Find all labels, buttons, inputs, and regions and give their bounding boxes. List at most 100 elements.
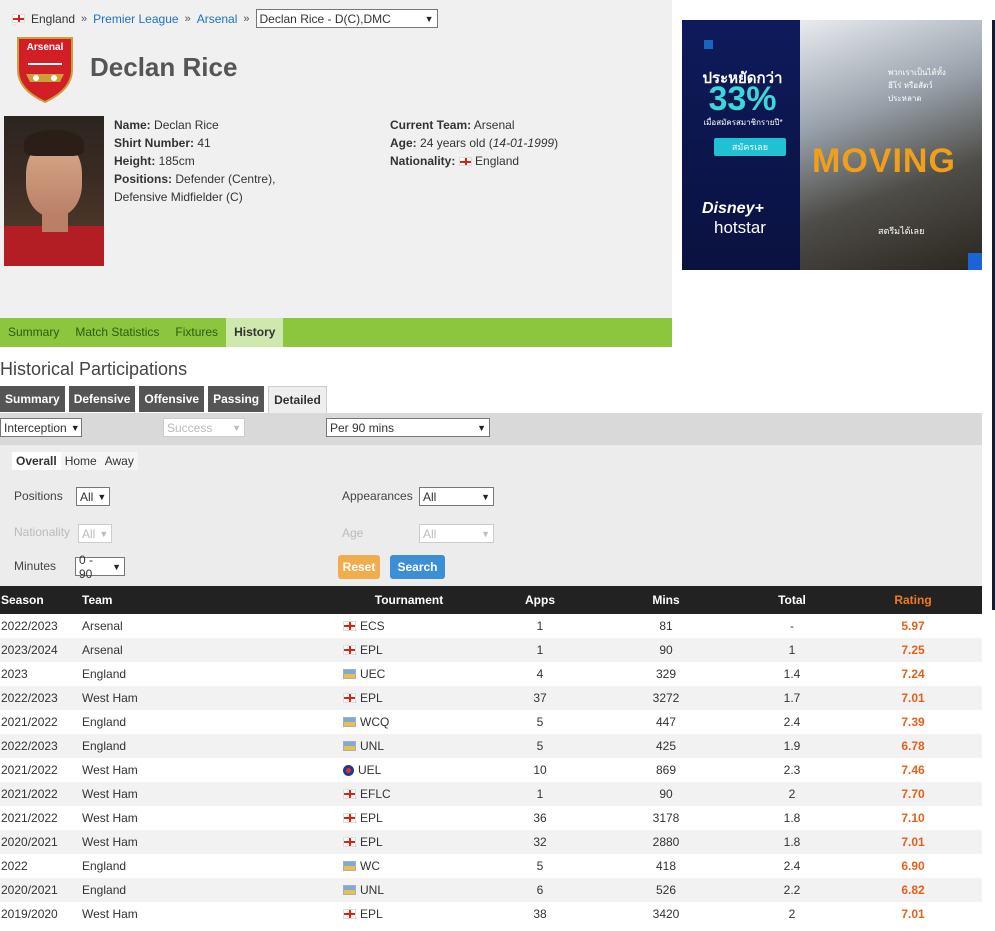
total-cell: 2 [740, 902, 844, 926]
season-cell: 2022/2023 [0, 614, 82, 638]
minutes-select[interactable]: 0 - 90 ▼ [75, 553, 125, 581]
column-header-season[interactable]: Season [0, 586, 82, 614]
table-row: 2021/2022 West Ham UEL 10 869 2.3 7.46 [0, 758, 982, 782]
team-link[interactable]: England [82, 878, 330, 902]
column-header-tournament[interactable]: Tournament [330, 586, 488, 614]
column-header-team[interactable]: Team [82, 586, 330, 614]
total-cell: 1 [740, 638, 844, 662]
page: England » Premier League » Arsenal » Dec… [0, 0, 995, 931]
england-flag-icon [458, 157, 472, 167]
tournament-link[interactable]: WC [360, 859, 380, 873]
nav-history[interactable]: History [226, 318, 284, 347]
positions-label: Positions: [114, 172, 173, 186]
fifa-icon [343, 717, 356, 727]
breadcrumb: England » Premier League » Arsenal » Dec… [12, 9, 438, 28]
section-title: Historical Participations [0, 359, 188, 379]
tab-defensive[interactable]: Defensive [68, 386, 136, 412]
team-link[interactable]: Arsenal [82, 638, 330, 662]
tournament-link[interactable]: UEL [358, 763, 381, 777]
tournament-link[interactable]: UNL [360, 739, 384, 753]
ad-show-title: MOVING [812, 142, 956, 180]
tab-offensive[interactable]: Offensive [139, 386, 205, 412]
tournament-wrap: ECS [330, 619, 488, 633]
tournament-link[interactable]: EPL [360, 835, 383, 849]
appearances-select[interactable]: All ▼ [419, 487, 494, 506]
ad-cta-button[interactable]: สมัครเลย [714, 138, 786, 156]
team-link[interactable]: England [82, 734, 330, 758]
team-link[interactable]: West Ham [82, 758, 330, 782]
rating-cell: 7.01 [844, 830, 982, 854]
tournament-cell: UNL [330, 878, 488, 902]
name-value: Declan Rice [154, 118, 219, 132]
rating-cell: 7.10 [844, 806, 982, 830]
team-link[interactable]: West Ham [82, 782, 330, 806]
team-link[interactable]: West Ham [82, 902, 330, 926]
tournament-link[interactable]: UEC [360, 667, 385, 681]
venue-overall[interactable]: Overall [12, 452, 61, 470]
mins-cell: 418 [592, 854, 740, 878]
team-link[interactable]: England [82, 710, 330, 734]
nav-fixtures[interactable]: Fixtures [167, 318, 226, 347]
team-link[interactable]: West Ham [82, 806, 330, 830]
team-link[interactable]: Arsenal [82, 614, 330, 638]
reset-button[interactable]: Reset [338, 555, 380, 579]
total-cell: - [740, 614, 844, 638]
tournament-link[interactable]: EPL [360, 811, 383, 825]
team-link[interactable]: England [82, 854, 330, 878]
breadcrumb-league-link[interactable]: Premier League [93, 12, 178, 26]
tab-passing[interactable]: Passing [208, 386, 265, 412]
season-cell: 2020/2021 [0, 830, 82, 854]
tournament-link[interactable]: ECS [360, 619, 385, 633]
venue-away[interactable]: Away [100, 452, 138, 470]
history-tabs: Summary Defensive Offensive Passing Deta… [0, 386, 327, 413]
table-row: 2023/2024 Arsenal EPL 1 90 1 7.25 [0, 638, 982, 662]
search-button[interactable]: Search [390, 555, 445, 579]
positions-select[interactable]: All ▼ [76, 487, 110, 506]
tournament-link[interactable]: EFLC [360, 787, 391, 801]
height-value: 185cm [158, 154, 195, 168]
history-table: Season Team Tournament Apps Mins Total R… [0, 586, 982, 926]
accumulation-select[interactable]: Per 90 mins ▼ [326, 418, 490, 437]
ad-choices-icon[interactable] [968, 253, 982, 270]
table-row: 2022/2023 Arsenal ECS 1 81-5.97 [0, 614, 982, 638]
apps-cell: 10 [488, 758, 592, 782]
tournament-link[interactable]: EPL [360, 643, 383, 657]
nationality-select: All ▼ [78, 524, 112, 543]
table-row: 2023 England UEC 4 329 1.4 7.24 [0, 662, 982, 686]
team-link[interactable]: West Ham [82, 686, 330, 710]
tournament-link[interactable]: WCQ [360, 715, 389, 729]
chevron-down-icon: ▼ [97, 491, 107, 502]
accumulation-select-value: Per 90 mins [330, 420, 395, 435]
tournament-wrap: EFLC [330, 787, 488, 801]
column-header-mins[interactable]: Mins [592, 586, 740, 614]
venue-home[interactable]: Home [60, 452, 101, 470]
england-flag-icon [343, 789, 356, 799]
tab-summary[interactable]: Summary [0, 386, 65, 412]
tournament-link[interactable]: EPL [360, 907, 383, 921]
column-header-total[interactable]: Total [740, 586, 844, 614]
breadcrumb-team-link[interactable]: Arsenal [197, 12, 238, 26]
tab-detailed[interactable]: Detailed [268, 386, 327, 413]
chevron-down-icon: ▼ [481, 491, 490, 502]
age-label: Age: [390, 136, 417, 150]
season-cell: 2020/2021 [0, 878, 82, 902]
season-cell: 2021/2022 [0, 782, 82, 806]
category-select[interactable]: Interception ▼ [0, 418, 82, 437]
nav-summary[interactable]: Summary [0, 318, 67, 347]
tournament-link[interactable]: EPL [360, 691, 383, 705]
season-cell: 2022 [0, 854, 82, 878]
apps-cell: 36 [488, 806, 592, 830]
table-row: 2020/2021 West Ham EPL 32 2880 1.8 7.01 [0, 830, 982, 854]
season-cell: 2021/2022 [0, 806, 82, 830]
column-header-rating[interactable]: Rating [844, 586, 982, 614]
team-link[interactable]: England [82, 662, 330, 686]
nav-match-statistics[interactable]: Match Statistics [67, 318, 167, 347]
breadcrumb-separator-icon: » [184, 12, 191, 25]
season-cell: 2019/2020 [0, 902, 82, 926]
team-link[interactable]: West Ham [82, 830, 330, 854]
player-select[interactable]: Declan Rice - D(C),DMC ▼ [255, 9, 438, 28]
advertisement-banner[interactable]: ประหยัดกว่า 33% เมื่อสมัครสมาชิกรายปี* ส… [682, 20, 982, 270]
column-header-apps[interactable]: Apps [488, 586, 592, 614]
tournament-link[interactable]: UNL [360, 883, 384, 897]
mins-cell: 2880 [592, 830, 740, 854]
